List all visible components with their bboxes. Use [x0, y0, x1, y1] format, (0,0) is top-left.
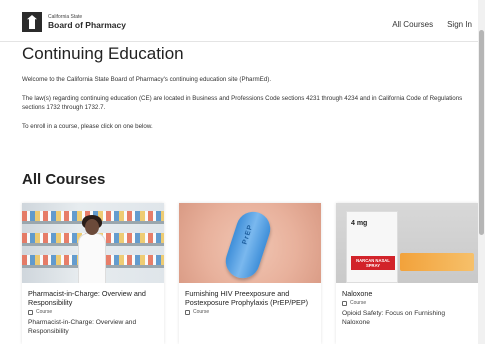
course-badge-label: Course [350, 300, 367, 306]
course-description: Opioid Safety: Focus on Furnishing Nalox… [342, 310, 445, 326]
course-description: Pharmacist-in-Charge: Overview and Respo… [28, 319, 137, 335]
page-scrollbar[interactable] [478, 0, 485, 344]
pharmacist-photo [22, 203, 164, 283]
logo-title: Board of Pharmacy [48, 19, 126, 30]
nav-all-courses[interactable]: All Courses [392, 20, 433, 29]
course-icon [342, 300, 347, 306]
logo-subtitle: California State [48, 13, 83, 20]
top-nav: All Courses Sign In [392, 20, 472, 29]
course-card-naloxone[interactable]: 4 mg NARCAN NASAL SPRAY Naloxone Course … [336, 203, 478, 344]
course-icon [185, 309, 190, 315]
course-icon [28, 309, 33, 315]
course-badge: Course [342, 300, 472, 306]
intro-text: Welcome to the California State Board of… [22, 75, 472, 131]
all-courses-heading: All Courses [22, 171, 106, 188]
site-header: California State Board of Pharmacy All C… [0, 0, 478, 42]
course-title[interactable]: Furnishing HIV Preexposure and Postexpos… [185, 289, 315, 307]
law-paragraph: The law(s) regarding continuing educatio… [22, 95, 463, 111]
course-list: Pharmacist-in-Charge: Overview and Respo… [22, 203, 478, 344]
course-badge-label: Course [193, 309, 210, 315]
nav-sign-in[interactable]: Sign In [447, 20, 472, 29]
board-logo[interactable]: California State Board of Pharmacy [22, 12, 126, 32]
box-dose: 4 mg [351, 220, 368, 227]
box-label: NARCAN NASAL SPRAY [356, 258, 390, 268]
enroll-paragraph: To enroll in a course, please click on o… [22, 123, 153, 130]
main-content: Continuing Education Welcome to the Cali… [22, 44, 472, 131]
logo-text: California State Board of Pharmacy [48, 13, 126, 30]
course-badge-label: Course [36, 309, 53, 315]
course-card-pharmacist-in-charge[interactable]: Pharmacist-in-Charge: Overview and Respo… [22, 203, 164, 344]
course-badge: Course [28, 309, 158, 315]
course-badge: Course [185, 309, 315, 315]
page-title: Continuing Education [22, 44, 184, 63]
course-title[interactable]: Pharmacist-in-Charge: Overview and Respo… [28, 289, 158, 307]
welcome-paragraph: Welcome to the California State Board of… [22, 76, 272, 83]
course-card-prep-pep[interactable]: PrEP Furnishing HIV Preexposure and Post… [179, 203, 321, 344]
naloxone-photo: 4 mg NARCAN NASAL SPRAY [336, 203, 478, 283]
prep-pill-photo: PrEP [179, 203, 321, 283]
course-title[interactable]: Naloxone [342, 289, 472, 298]
scrollbar-thumb[interactable] [479, 30, 484, 235]
bear-flag-logo-icon [22, 12, 42, 32]
